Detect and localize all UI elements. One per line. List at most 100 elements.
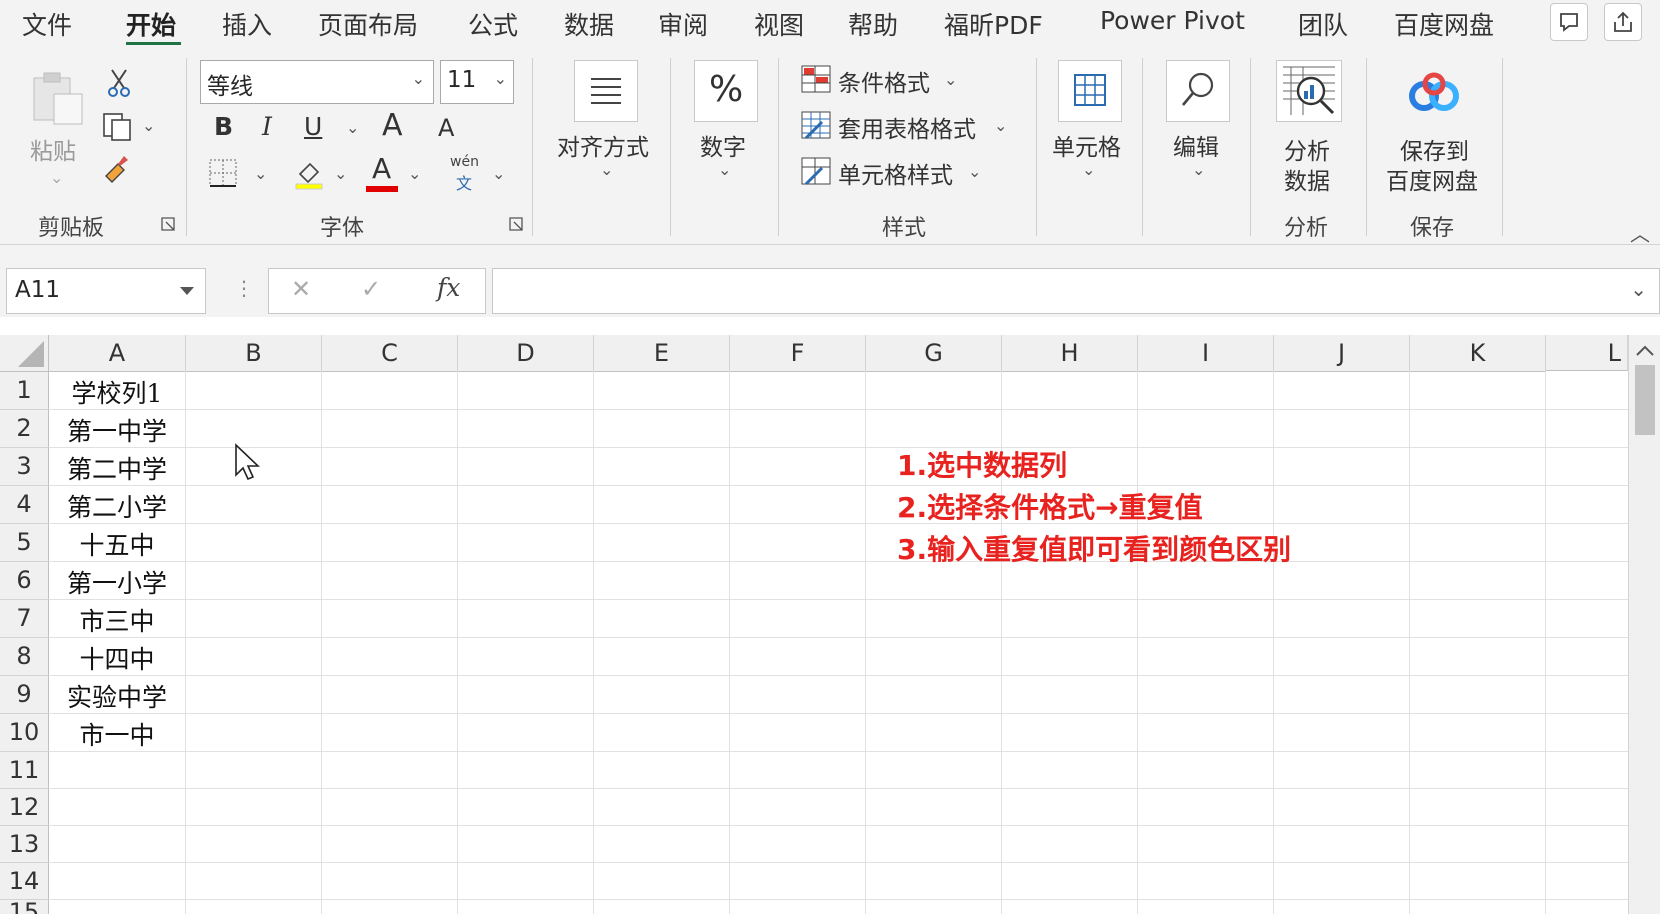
column-header-e[interactable]: E xyxy=(594,335,730,372)
tab-page-layout[interactable]: 页面布局 xyxy=(318,6,418,42)
cell-a8[interactable]: 十四中 xyxy=(49,640,185,676)
paste-chevron-icon[interactable]: ⌄ xyxy=(50,168,63,187)
bold-button[interactable]: B xyxy=(214,112,233,141)
name-box-dropdown-icon[interactable] xyxy=(179,285,195,297)
format-as-table-chevron-icon[interactable]: ⌄ xyxy=(994,116,1007,135)
worksheet-grid[interactable] xyxy=(0,335,1660,914)
row-header-7[interactable]: 7 xyxy=(0,600,49,638)
editing-button[interactable] xyxy=(1166,60,1230,122)
column-header-f[interactable]: F xyxy=(730,335,866,372)
column-header-a[interactable]: A xyxy=(49,335,186,372)
font-launcher-icon[interactable] xyxy=(508,216,524,232)
tab-formulas[interactable]: 公式 xyxy=(468,6,518,42)
tab-insert[interactable]: 插入 xyxy=(222,6,272,42)
row-header-8[interactable]: 8 xyxy=(0,638,49,676)
underline-button[interactable]: U xyxy=(304,112,322,141)
font-name-select[interactable]: 等线 ⌄ xyxy=(200,60,434,104)
tab-view[interactable]: 视图 xyxy=(754,6,804,42)
cancel-icon[interactable]: ✕ xyxy=(291,275,311,303)
increase-font-button[interactable]: A xyxy=(382,108,403,143)
cell-a4[interactable]: 第二小学 xyxy=(49,488,185,524)
phonetic-guide-button[interactable]: wén 文 xyxy=(446,154,482,193)
row-header-12[interactable]: 12 xyxy=(0,789,49,826)
fill-color-icon[interactable] xyxy=(292,156,326,190)
tab-team[interactable]: 团队 xyxy=(1298,6,1348,42)
tab-baidu-netdisk[interactable]: 百度网盘 xyxy=(1394,6,1494,42)
row-header-13[interactable]: 13 xyxy=(0,826,49,863)
cell-styles-chevron-icon[interactable]: ⌄ xyxy=(968,162,981,181)
row-header-14[interactable]: 14 xyxy=(0,863,49,900)
paste-button[interactable] xyxy=(28,68,88,128)
share-button[interactable] xyxy=(1604,3,1642,41)
insert-function-button[interactable]: fx xyxy=(437,273,460,302)
tab-file[interactable]: 文件 xyxy=(22,6,72,42)
vertical-scrollbar[interactable] xyxy=(1628,335,1660,914)
comments-button[interactable] xyxy=(1550,3,1588,41)
font-color-button[interactable]: A xyxy=(364,152,400,192)
cell-styles-button[interactable]: 单元格样式 xyxy=(838,156,953,190)
cell-a2[interactable]: 第一中学 xyxy=(49,412,185,448)
column-header-l[interactable]: L xyxy=(1546,335,1628,371)
font-color-chevron-icon[interactable]: ⌄ xyxy=(408,164,421,183)
copy-icon[interactable] xyxy=(100,110,134,142)
number-format-button[interactable]: % xyxy=(694,60,758,122)
clipboard-launcher-icon[interactable] xyxy=(160,216,176,232)
row-header-11[interactable]: 11 xyxy=(0,752,49,789)
conditional-format-chevron-icon[interactable]: ⌄ xyxy=(944,70,957,89)
alignment-button[interactable] xyxy=(574,60,638,122)
column-header-i[interactable]: I xyxy=(1138,335,1274,372)
fill-color-chevron-icon[interactable]: ⌄ xyxy=(334,164,347,183)
row-header-5[interactable]: 5 xyxy=(0,524,49,562)
row-header-9[interactable]: 9 xyxy=(0,676,49,714)
borders-chevron-icon[interactable]: ⌄ xyxy=(254,164,267,183)
scroll-up-icon[interactable] xyxy=(1629,335,1660,365)
decrease-font-button[interactable]: A xyxy=(438,114,454,142)
format-as-table-button[interactable]: 套用表格格式 xyxy=(838,110,976,144)
row-header-4[interactable]: 4 xyxy=(0,486,49,524)
cell-a6[interactable]: 第一小学 xyxy=(49,564,185,600)
italic-button[interactable]: I xyxy=(262,112,272,141)
tab-data[interactable]: 数据 xyxy=(564,6,614,42)
tab-home[interactable]: 开始 xyxy=(126,6,176,42)
underline-chevron-icon[interactable]: ⌄ xyxy=(346,118,359,137)
cell-a10[interactable]: 市一中 xyxy=(49,716,185,752)
row-header-3[interactable]: 3 xyxy=(0,448,49,486)
cells-chevron-icon[interactable]: ⌄ xyxy=(1082,160,1095,179)
enter-icon[interactable]: ✓ xyxy=(361,275,381,303)
font-size-select[interactable]: 11 ⌄ xyxy=(440,60,514,104)
analyze-data-button[interactable] xyxy=(1276,60,1342,122)
name-box[interactable]: A11 xyxy=(6,268,206,314)
row-header-1[interactable]: 1 xyxy=(0,372,49,410)
scrollbar-thumb[interactable] xyxy=(1635,365,1655,435)
cell-a3[interactable]: 第二中学 xyxy=(49,450,185,486)
tab-foxit-pdf[interactable]: 福昕PDF xyxy=(944,6,1043,42)
column-header-b[interactable]: B xyxy=(186,335,322,372)
cut-icon[interactable] xyxy=(104,66,134,98)
select-all-button[interactable] xyxy=(0,335,49,372)
conditional-format-button[interactable]: 条件格式 xyxy=(838,64,930,98)
number-chevron-icon[interactable]: ⌄ xyxy=(718,160,731,179)
column-header-k[interactable]: K xyxy=(1410,335,1546,372)
cell-a7[interactable]: 市三中 xyxy=(49,602,185,638)
row-header-10[interactable]: 10 xyxy=(0,714,49,752)
editing-chevron-icon[interactable]: ⌄ xyxy=(1192,160,1205,179)
cells-button[interactable] xyxy=(1058,60,1122,122)
row-header-6[interactable]: 6 xyxy=(0,562,49,600)
cell-a5[interactable]: 十五中 xyxy=(49,526,185,562)
baidu-netdisk-icon[interactable] xyxy=(1404,66,1464,120)
phonetic-chevron-icon[interactable]: ⌄ xyxy=(492,164,505,183)
tab-review[interactable]: 审阅 xyxy=(658,6,708,42)
column-header-h[interactable]: H xyxy=(1002,335,1138,372)
copy-chevron-icon[interactable]: ⌄ xyxy=(142,116,155,135)
format-painter-icon[interactable] xyxy=(100,152,132,184)
column-header-d[interactable]: D xyxy=(458,335,594,372)
column-header-c[interactable]: C xyxy=(322,335,458,372)
row-header-15[interactable]: 15 xyxy=(0,900,49,914)
borders-icon[interactable] xyxy=(206,156,240,190)
tab-help[interactable]: 帮助 xyxy=(848,6,898,42)
column-header-j[interactable]: J xyxy=(1274,335,1410,372)
tab-power-pivot[interactable]: Power Pivot xyxy=(1100,6,1245,35)
row-header-2[interactable]: 2 xyxy=(0,410,49,448)
alignment-chevron-icon[interactable]: ⌄ xyxy=(600,160,613,179)
column-header-g[interactable]: G xyxy=(866,335,1002,372)
